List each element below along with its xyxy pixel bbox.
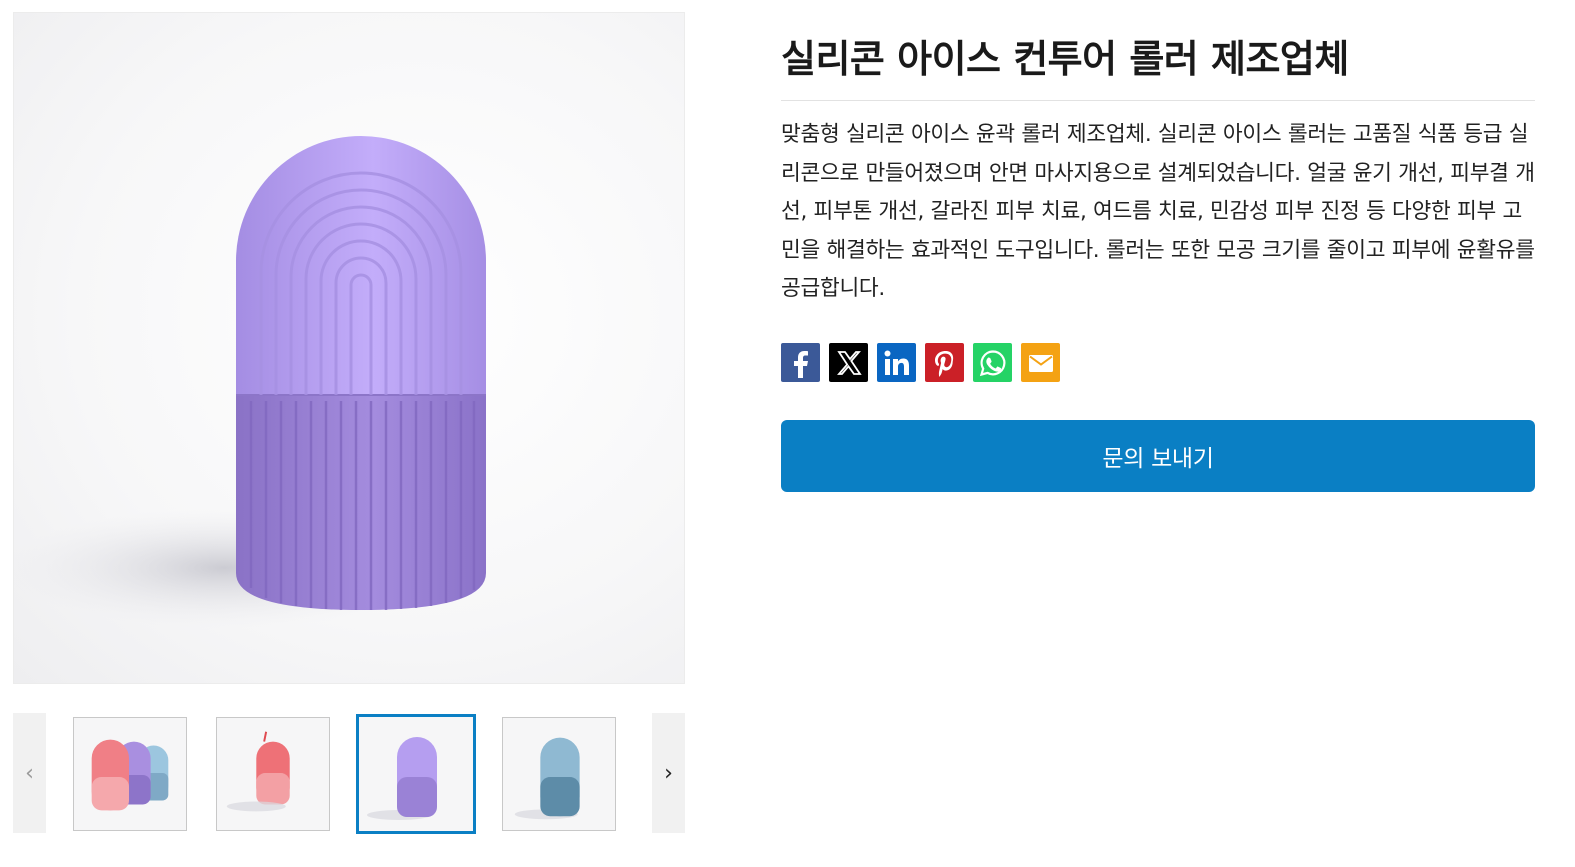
send-inquiry-button[interactable]: 문의 보내기	[781, 420, 1535, 492]
share-email-button[interactable]	[1021, 343, 1060, 382]
title-divider	[781, 100, 1535, 101]
chevron-left-icon: ‹	[25, 760, 34, 786]
carousel-next-button[interactable]: ›	[652, 713, 685, 833]
purple-roller-image	[367, 737, 437, 820]
blue-roller-image	[514, 737, 580, 820]
linkedin-icon	[884, 350, 909, 375]
thumbnail-three-color-rollers[interactable]	[73, 717, 187, 831]
carousel-prev-button[interactable]: ‹	[13, 713, 46, 833]
x-icon	[836, 350, 862, 375]
main-product-image[interactable]	[13, 12, 685, 684]
thumbnail-pink-roller[interactable]	[216, 717, 330, 831]
chevron-right-icon: ›	[664, 760, 673, 786]
thumbnail-purple-roller[interactable]	[356, 714, 476, 834]
whatsapp-icon	[979, 349, 1005, 376]
share-linkedin-button[interactable]	[877, 343, 916, 382]
product-title: 실리콘 아이스 컨투어 롤러 제조업체	[781, 37, 1349, 81]
three-rollers-image	[91, 739, 169, 811]
pink-roller-image	[226, 731, 290, 812]
facebook-icon	[793, 350, 808, 378]
email-icon	[1028, 354, 1053, 372]
purple-roller-illustration	[14, 136, 486, 628]
share-whatsapp-button[interactable]	[973, 343, 1012, 382]
share-pinterest-button[interactable]	[925, 343, 964, 382]
product-description: 맞춤형 실리콘 아이스 윤곽 롤러 제조업체. 실리콘 아이스 롤러는 고품질 …	[781, 122, 1535, 301]
pinterest-icon	[934, 350, 953, 377]
share-facebook-button[interactable]	[781, 343, 820, 382]
share-x-button[interactable]	[829, 343, 868, 382]
thumbnail-blue-roller[interactable]	[502, 717, 616, 831]
share-buttons	[781, 343, 1060, 382]
thumbnail-carousel: ‹ ›	[13, 713, 685, 834]
